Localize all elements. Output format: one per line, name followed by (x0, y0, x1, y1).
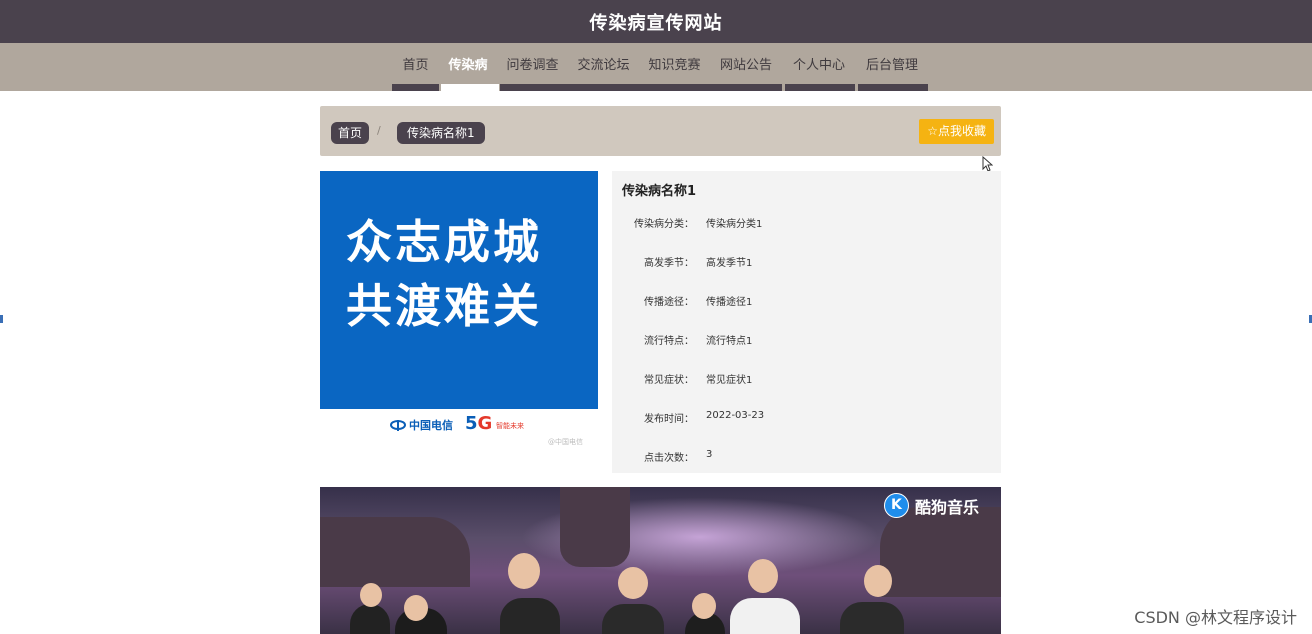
performer-head (692, 593, 716, 619)
performer-head (404, 595, 428, 621)
fiveg-logo: 5G (465, 413, 493, 434)
nav-underline (392, 84, 439, 91)
stage-rock (560, 487, 630, 567)
weibo-watermark: @中国电信 (548, 438, 583, 446)
nav-item-quiz[interactable]: 知识竞赛 (639, 54, 710, 73)
left-edge-marker (0, 315, 3, 323)
breadcrumb-current[interactable]: 传染病名称1 (397, 122, 485, 144)
breadcrumb-separator: / (377, 124, 381, 137)
detail-value: 传播途径1 (706, 297, 753, 308)
nav-underline (858, 84, 928, 91)
detail-label: 常见症状： (644, 375, 694, 386)
nav-item-profile[interactable]: 个人中心 (782, 54, 856, 73)
detail-row-symptom: 常见症状： 常见症状1 (612, 371, 1001, 391)
stage-rock (880, 507, 1001, 597)
site-header: 传染病宣传网站 (0, 0, 1312, 43)
nav-item-survey[interactable]: 问卷调查 (497, 54, 568, 73)
detail-value: 传染病分类1 (706, 219, 763, 230)
detail-row-feature: 流行特点： 流行特点1 (612, 332, 1001, 352)
detail-label: 流行特点： (644, 336, 694, 347)
performer (500, 598, 560, 634)
detail-label: 传播途径： (644, 297, 694, 308)
performer-head (748, 559, 778, 593)
fiveg-tagline: 智能未来 (496, 422, 524, 430)
telecom-swirl-icon (390, 420, 406, 431)
disease-detail-panel: 传染病名称1 传染病分类： 传染病分类1 高发季节： 高发季节1 传播途径： 传… (612, 171, 1001, 473)
kugou-icon: K (883, 493, 909, 518)
favorite-button[interactable]: ☆点我收藏 (919, 119, 994, 144)
poster-slogan-line1: 众志成城 (346, 215, 542, 269)
nav-underline-active (441, 84, 499, 91)
detail-label: 点击次数： (644, 453, 694, 464)
detail-value: 流行特点1 (706, 336, 753, 347)
poster-footer: 中国电信 5G 智能未来 @中国电信 (320, 409, 598, 453)
detail-value: 高发季节1 (706, 258, 753, 269)
nav-underline (785, 84, 855, 91)
china-telecom-logo: 中国电信 (390, 417, 453, 433)
main-nav: 首页 传染病 问卷调查 交流论坛 知识竞赛 网站公告 个人中心 后台管理 (0, 43, 1312, 91)
detail-row-route: 传播途径： 传播途径1 (612, 293, 1001, 313)
csdn-watermark: CSDN @林文程序设计 (1134, 608, 1297, 627)
nav-item-home[interactable]: 首页 (392, 54, 439, 73)
breadcrumb: 首页 / 传染病名称1 ☆点我收藏 (320, 106, 1001, 156)
stage-rock (320, 517, 470, 587)
site-title: 传染病宣传网站 (589, 12, 723, 34)
nav-item-disease[interactable]: 传染病 (439, 54, 497, 73)
detail-row-season: 高发季节： 高发季节1 (612, 254, 1001, 274)
detail-row-clicks: 点击次数： 3 (612, 449, 1001, 469)
detail-label: 发布时间： (644, 414, 694, 425)
breadcrumb-home[interactable]: 首页 (331, 122, 370, 144)
video-player[interactable]: K 酷狗音乐 (320, 487, 1001, 634)
detail-value: 常见症状1 (706, 375, 753, 386)
nav-items: 首页 传染病 问卷调查 交流论坛 知识竞赛 网站公告 个人中心 后台管理 (392, 43, 928, 84)
kugou-music-logo: K 酷狗音乐 (883, 493, 979, 518)
performer (730, 598, 800, 634)
telecom-logo-text: 中国电信 (409, 419, 453, 432)
detail-label: 高发季节： (644, 258, 694, 269)
nav-item-forum[interactable]: 交流论坛 (568, 54, 639, 73)
nav-item-admin[interactable]: 后台管理 (856, 54, 928, 73)
performer (840, 602, 904, 634)
performer-head (864, 565, 892, 597)
performer (602, 604, 664, 634)
performer-head (618, 567, 648, 599)
disease-poster-image: 众志成城 共渡难关 中国电信 5G 智能未来 @中国电信 (320, 171, 598, 453)
performer-head (508, 553, 540, 589)
poster-slogan-line2: 共渡难关 (346, 279, 542, 333)
performer (350, 604, 390, 634)
disease-name: 传染病名称1 (622, 184, 697, 199)
detail-row-category: 传染病分类： 传染病分类1 (612, 215, 1001, 235)
detail-row-publish-time: 发布时间： 2022-03-23 (612, 410, 1001, 430)
nav-underline (500, 84, 782, 91)
nav-item-notice[interactable]: 网站公告 (710, 54, 782, 73)
detail-value: 3 (706, 449, 713, 460)
detail-value: 2022-03-23 (706, 410, 765, 421)
detail-label: 传染病分类： (634, 219, 694, 230)
performer-head (360, 583, 382, 607)
kugou-brand-text: 酷狗音乐 (914, 497, 979, 517)
poster-banner: 众志成城 共渡难关 (320, 171, 598, 409)
mouse-cursor-icon (982, 156, 993, 172)
